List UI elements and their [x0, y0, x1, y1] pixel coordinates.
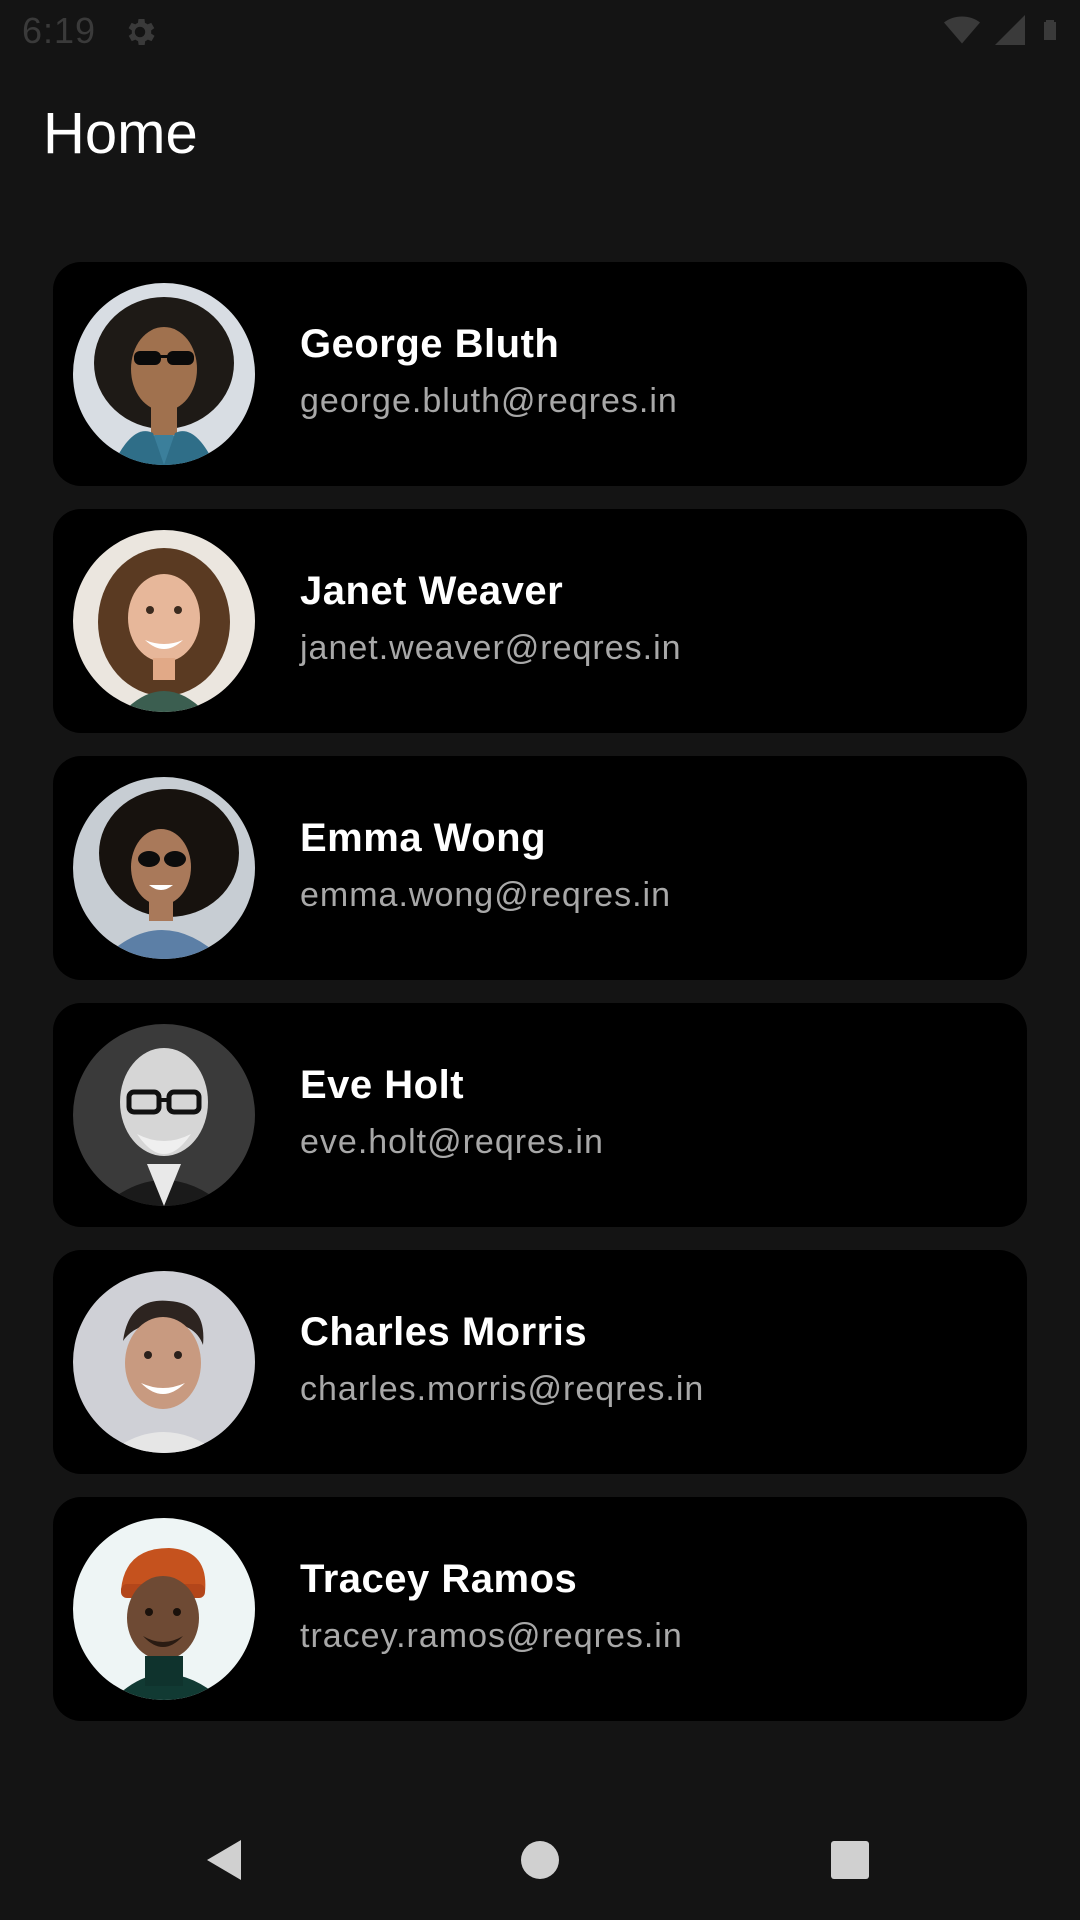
home-icon[interactable]: [510, 1830, 570, 1890]
user-name: Eve Holt: [300, 1063, 465, 1107]
page-title: Home: [43, 101, 198, 166]
user-name: Janet Weaver: [300, 569, 564, 613]
recents-icon[interactable]: [820, 1830, 880, 1890]
status-icons: [942, 14, 1062, 50]
signal-icon: [992, 12, 1028, 53]
user-name: Tracey Ramos: [300, 1557, 578, 1601]
user-card[interactable]: Charles Morris charles.morris@reqres.in: [53, 1250, 1027, 1474]
status-time: 6:19: [22, 10, 97, 51]
user-card[interactable]: Tracey Ramos tracey.ramos@reqres.in: [53, 1497, 1027, 1721]
wifi-icon: [942, 12, 982, 53]
user-list: George Bluth george.bluth@reqres.in Jane…: [53, 262, 1027, 1744]
user-avatar: [73, 777, 255, 959]
user-avatar: [73, 1518, 255, 1700]
user-avatar: [73, 530, 255, 712]
settings-icon: [122, 14, 158, 50]
user-name: Charles Morris: [300, 1310, 588, 1354]
user-card[interactable]: Emma Wong emma.wong@reqres.in: [53, 756, 1027, 980]
user-avatar: [73, 1271, 255, 1453]
user-email: emma.wong@reqres.in: [300, 876, 671, 914]
user-email: george.bluth@reqres.in: [300, 382, 678, 420]
user-card[interactable]: Janet Weaver janet.weaver@reqres.in: [53, 509, 1027, 733]
user-card[interactable]: George Bluth george.bluth@reqres.in: [53, 262, 1027, 486]
user-name: George Bluth: [300, 322, 560, 366]
user-email: janet.weaver@reqres.in: [300, 629, 682, 667]
user-email: charles.morris@reqres.in: [300, 1370, 705, 1408]
user-name: Emma Wong: [300, 816, 547, 860]
user-avatar: [73, 1024, 255, 1206]
user-card[interactable]: Eve Holt eve.holt@reqres.in: [53, 1003, 1027, 1227]
status-bar: 6:19: [0, 0, 1080, 64]
user-email: tracey.ramos@reqres.in: [300, 1617, 683, 1655]
back-icon[interactable]: [195, 1830, 255, 1890]
user-email: eve.holt@reqres.in: [300, 1123, 604, 1161]
user-avatar: [73, 283, 255, 465]
battery-icon: [1038, 12, 1062, 53]
navigation-bar: [0, 1800, 1080, 1920]
